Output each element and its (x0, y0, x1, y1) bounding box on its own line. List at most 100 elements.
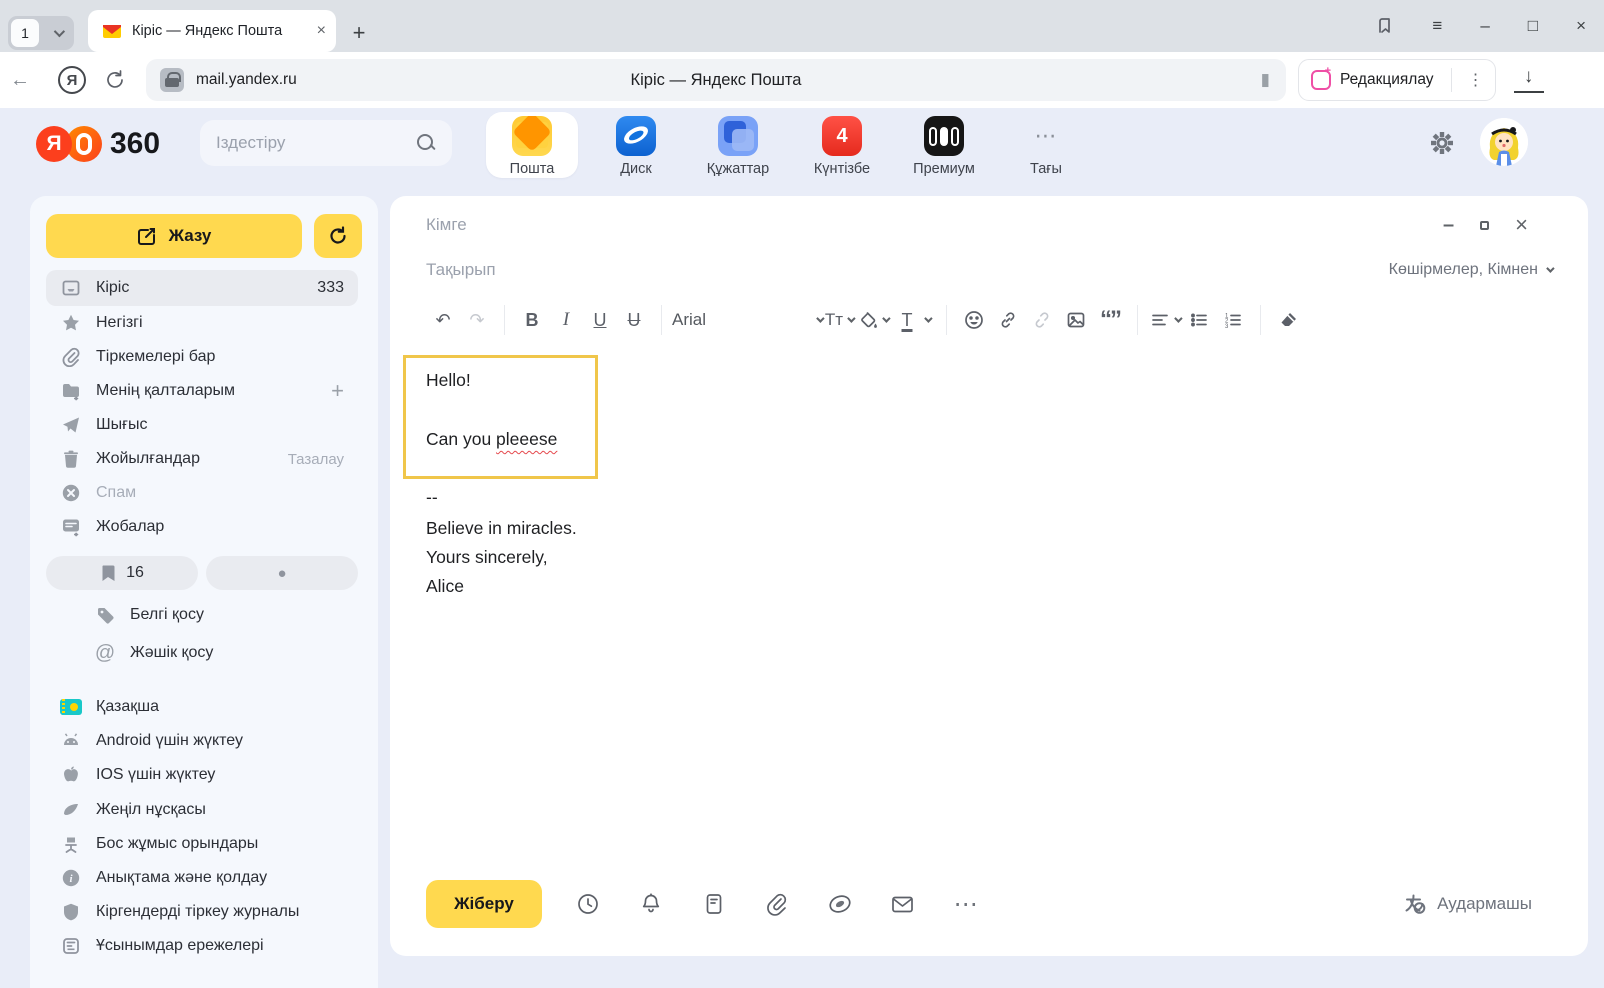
add-folder-icon[interactable]: + (331, 378, 344, 404)
window-minimize-icon[interactable]: – (1480, 16, 1489, 36)
url-bar[interactable]: mail.yandex.ru Кіріс — Яндекс Пошта ▮ (146, 59, 1286, 101)
yandex-browser-logo[interactable]: Я (58, 66, 86, 94)
yandex-logo-circle: Я (36, 126, 72, 162)
tab-list-chevron-button[interactable] (42, 16, 74, 50)
tab-close-icon[interactable]: × (317, 22, 326, 40)
underline-button[interactable]: U (583, 303, 617, 337)
service-more[interactable]: ⋯ Тағы (1000, 112, 1092, 178)
browser-menu-icon[interactable]: ≡ (1432, 16, 1442, 36)
insert-image-button[interactable] (1059, 303, 1093, 337)
sidebar-folder-sent[interactable]: Шығыс (46, 408, 358, 442)
more-options-button[interactable]: ⋯ (934, 890, 997, 919)
sidebar-link-recommendation-rules[interactable]: Ұсынымдар ережелері (46, 929, 358, 963)
premium-service-icon (924, 116, 964, 156)
compose-popout-icon[interactable] (1480, 221, 1489, 230)
sidebar-link-login-journal[interactable]: Кіргендерді тіркеу журналы (46, 895, 358, 929)
add-label-item[interactable]: Белгі қосу (80, 598, 358, 632)
bullet-list-button[interactable] (1182, 303, 1216, 337)
tab-group-control[interactable]: 1 (8, 16, 74, 50)
text-color-select[interactable]: T (890, 303, 924, 337)
sidebar-folder-primary[interactable]: Негізгі (46, 306, 358, 340)
sidebar-folder-inbox[interactable]: Кіріс 333 (46, 270, 358, 306)
yandex-360-logo[interactable]: Я 360 (36, 126, 160, 162)
body-line-2: Can you pleeese (426, 429, 557, 450)
settings-gear-icon[interactable] (1428, 129, 1456, 157)
font-family-select[interactable]: Arial (672, 310, 822, 330)
highlight-color-select[interactable] (856, 303, 890, 337)
subject-field[interactable] (426, 260, 1389, 280)
dot-pill[interactable]: ● (206, 556, 358, 590)
tab-title: Кіріс — Яндекс Пошта (132, 23, 307, 39)
redo-icon[interactable]: ↷ (460, 303, 494, 337)
user-avatar[interactable] (1480, 118, 1528, 166)
sidebar-link-ios[interactable]: IOS үшін жүктеу (46, 758, 358, 792)
refresh-mail-button[interactable] (314, 214, 362, 258)
service-documents[interactable]: Құжаттар (692, 112, 784, 178)
sidebar-folder-my-folders[interactable]: Менің қалталарым + (46, 374, 358, 408)
service-calendar[interactable]: 4 Күнтізбе (796, 112, 888, 178)
message-body[interactable]: Hello! Can you pleeese -- Believe in mir… (390, 346, 1588, 876)
new-tab-button[interactable]: + (344, 18, 374, 48)
search-input[interactable] (216, 133, 406, 153)
compose-close-icon[interactable]: × (1515, 212, 1528, 238)
compose-button[interactable]: Жазу (46, 214, 302, 258)
font-size-select[interactable]: Tт (822, 303, 856, 337)
align-left-icon (1150, 310, 1170, 330)
downloads-icon[interactable]: ↓ (1514, 67, 1544, 93)
sidebar-folder-attachments[interactable]: Тіркемелері бар (46, 340, 358, 374)
strikethrough-button[interactable]: U (617, 303, 651, 337)
send-button[interactable]: Жіберу (426, 880, 542, 928)
clear-trash-link[interactable]: Тазалау (288, 451, 344, 468)
service-mail[interactable]: Пошта (486, 112, 578, 178)
align-select[interactable] (1148, 303, 1182, 337)
attach-file-button[interactable] (745, 892, 808, 916)
sidebar-folder-projects[interactable]: Жобалар (46, 510, 358, 544)
notify-button[interactable] (619, 892, 682, 916)
sidebar-folder-spam[interactable]: Спам (46, 476, 358, 510)
compose-minimize-icon[interactable]: – (1443, 220, 1454, 230)
refresh-page-icon[interactable] (104, 69, 126, 91)
remove-link-button[interactable] (1025, 303, 1059, 337)
emoji-button[interactable] (957, 303, 991, 337)
unlink-icon (1032, 310, 1052, 330)
edit-extension-button[interactable]: Редакциялау ⋮ (1298, 59, 1496, 101)
tab-count-badge[interactable]: 1 (11, 19, 39, 47)
window-maximize-icon[interactable]: □ (1528, 16, 1538, 36)
browser-tab-active[interactable]: Кіріс — Яндекс Пошта × (88, 10, 336, 52)
template-button[interactable] (682, 892, 745, 916)
bookmark-icon[interactable]: ▮ (1261, 70, 1270, 90)
bookmarks-pill[interactable]: 16 (46, 556, 198, 590)
quote-button[interactable]: “” (1093, 303, 1127, 337)
inbox-icon (61, 278, 81, 298)
service-disk[interactable]: Диск (590, 112, 682, 178)
back-icon[interactable]: ← (0, 69, 40, 92)
sidebar-link-android[interactable]: Android үшін жүктеу (46, 724, 358, 758)
service-premium[interactable]: Премиум (898, 112, 990, 178)
cc-from-toggle[interactable]: Көшірмелер, Кімнен (1389, 261, 1552, 279)
schedule-send-button[interactable] (556, 892, 619, 916)
attach-from-mail-button[interactable] (871, 892, 934, 917)
bullet-list-icon (1189, 310, 1209, 330)
attach-from-disk-button[interactable] (808, 891, 871, 917)
italic-button[interactable]: I (549, 303, 583, 337)
note-icon (702, 892, 726, 916)
to-field[interactable] (426, 215, 1443, 235)
sidebar-link-light-version[interactable]: Жеңіл нұсқасы (46, 793, 358, 827)
translator-button[interactable]: Аудармашы (1403, 892, 1532, 916)
clear-format-button[interactable] (1271, 303, 1305, 337)
bold-button[interactable]: B (515, 303, 549, 337)
undo-icon[interactable]: ↶ (426, 303, 460, 337)
documents-service-icon (718, 116, 758, 156)
sidebar-folder-trash[interactable]: Жойылғандар Тазалау (46, 442, 358, 476)
sidebar-link-vacancies[interactable]: Бос жұмыс орындары (46, 827, 358, 861)
insert-link-button[interactable] (991, 303, 1025, 337)
extension-more-icon[interactable]: ⋮ (1461, 70, 1491, 90)
window-close-icon[interactable]: × (1576, 16, 1586, 36)
add-mailbox-item[interactable]: @ Жәшік қосу (80, 636, 358, 670)
numbered-list-button[interactable]: 123 (1216, 303, 1250, 337)
search-box[interactable] (200, 120, 452, 166)
sidebar-link-language[interactable]: Қазақша (46, 690, 358, 724)
bookmarks-panel-icon[interactable] (1376, 17, 1394, 35)
inbox-count: 333 (317, 279, 344, 297)
sidebar-link-help[interactable]: i Анықтама және қолдау (46, 861, 358, 895)
